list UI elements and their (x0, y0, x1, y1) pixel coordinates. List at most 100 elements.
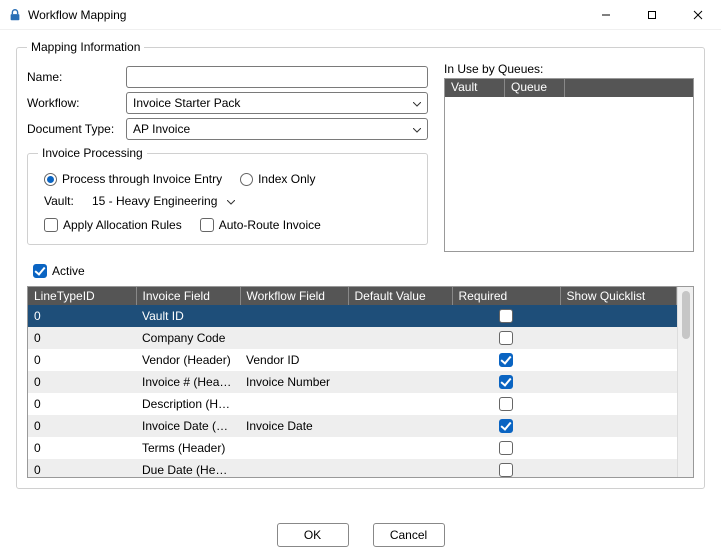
table-cell[interactable] (348, 371, 452, 393)
dialog-footer: OK Cancel (0, 511, 721, 559)
table-cell[interactable] (348, 415, 452, 437)
quicklist-cell[interactable] (560, 305, 677, 327)
table-cell[interactable]: Terms (Header) (136, 437, 240, 459)
checkbox-unchecked-icon (200, 218, 214, 232)
mapping-information-group: Mapping Information Name: Workflow: Invo… (16, 40, 705, 489)
required-checkbox[interactable] (499, 331, 513, 345)
quicklist-cell[interactable] (560, 437, 677, 459)
table-cell[interactable] (240, 437, 348, 459)
col-invoice-field[interactable]: Invoice Field (136, 287, 240, 305)
in-use-col-queue[interactable]: Queue (505, 79, 565, 97)
table-cell[interactable]: Invoice Date (240, 415, 348, 437)
table-cell[interactable]: 0 (28, 437, 136, 459)
table-cell[interactable] (348, 393, 452, 415)
quicklist-cell[interactable] (560, 371, 677, 393)
col-required[interactable]: Required (452, 287, 560, 305)
col-show-quicklist[interactable]: Show Quicklist (560, 287, 677, 305)
table-cell[interactable]: 0 (28, 349, 136, 371)
table-cell[interactable]: Invoice # (Header) (136, 371, 240, 393)
table-cell[interactable]: 0 (28, 327, 136, 349)
index-only-radio[interactable]: Index Only (240, 172, 315, 186)
required-cell[interactable] (452, 305, 560, 327)
apply-allocation-label: Apply Allocation Rules (63, 218, 182, 232)
table-cell[interactable] (348, 305, 452, 327)
workflow-select-value: Invoice Starter Pack (133, 96, 240, 110)
maximize-button[interactable] (629, 0, 675, 30)
app-lock-icon (8, 8, 22, 22)
required-checkbox[interactable] (499, 375, 513, 389)
quicklist-cell[interactable] (560, 327, 677, 349)
workflow-select[interactable]: Invoice Starter Pack (126, 92, 428, 114)
quicklist-cell[interactable] (560, 393, 677, 415)
required-cell[interactable] (452, 393, 560, 415)
table-cell[interactable] (240, 393, 348, 415)
required-checkbox[interactable] (499, 441, 513, 455)
table-row[interactable]: 0Invoice # (Header)Invoice Number (28, 371, 677, 393)
table-cell[interactable] (240, 459, 348, 477)
mapping-grid[interactable]: LineTypeID Invoice Field Workflow Field … (27, 286, 694, 478)
quicklist-cell[interactable] (560, 459, 677, 477)
table-cell[interactable] (348, 437, 452, 459)
name-input[interactable] (126, 66, 428, 88)
table-cell[interactable] (348, 349, 452, 371)
ok-button[interactable]: OK (277, 523, 349, 547)
vault-select[interactable]: 15 - Heavy Engineering (92, 194, 352, 208)
radio-checked-icon (44, 173, 57, 186)
in-use-col-vault[interactable]: Vault (445, 79, 505, 97)
table-cell[interactable]: Vault ID (136, 305, 240, 327)
required-cell[interactable] (452, 459, 560, 477)
table-cell[interactable]: Invoice Number (240, 371, 348, 393)
required-cell[interactable] (452, 437, 560, 459)
document-type-select[interactable]: AP Invoice (126, 118, 428, 140)
table-cell[interactable]: Due Date (Header) (136, 459, 240, 477)
table-cell[interactable] (348, 327, 452, 349)
table-cell[interactable]: Invoice Date (He... (136, 415, 240, 437)
table-row[interactable]: 0Invoice Date (He...Invoice Date (28, 415, 677, 437)
table-cell[interactable]: 0 (28, 305, 136, 327)
table-cell[interactable]: Company Code (136, 327, 240, 349)
invoice-processing-group: Invoice Processing Process through Invoi… (27, 146, 428, 245)
table-row[interactable]: 0Company Code (28, 327, 677, 349)
table-cell[interactable]: Description (Hea... (136, 393, 240, 415)
table-row[interactable]: 0Vault ID (28, 305, 677, 327)
table-row[interactable]: 0Terms (Header) (28, 437, 677, 459)
auto-route-checkbox[interactable]: Auto-Route Invoice (200, 218, 321, 232)
close-button[interactable] (675, 0, 721, 30)
table-row[interactable]: 0Vendor (Header)Vendor ID (28, 349, 677, 371)
name-input-field[interactable] (133, 67, 421, 87)
chevron-down-icon (413, 96, 421, 110)
table-cell[interactable] (240, 327, 348, 349)
table-cell[interactable]: 0 (28, 371, 136, 393)
cancel-button[interactable]: Cancel (373, 523, 445, 547)
required-checkbox[interactable] (499, 419, 513, 433)
process-entry-radio[interactable]: Process through Invoice Entry (44, 172, 222, 186)
col-linetype[interactable]: LineTypeID (28, 287, 136, 305)
table-cell[interactable]: 0 (28, 393, 136, 415)
required-cell[interactable] (452, 371, 560, 393)
table-cell[interactable] (348, 459, 452, 477)
required-cell[interactable] (452, 327, 560, 349)
required-cell[interactable] (452, 349, 560, 371)
required-checkbox[interactable] (499, 309, 513, 323)
table-row[interactable]: 0Description (Hea... (28, 393, 677, 415)
table-cell[interactable] (240, 305, 348, 327)
table-cell[interactable]: Vendor ID (240, 349, 348, 371)
required-cell[interactable] (452, 415, 560, 437)
table-row[interactable]: 0Due Date (Header) (28, 459, 677, 477)
minimize-button[interactable] (583, 0, 629, 30)
required-checkbox[interactable] (499, 397, 513, 411)
active-checkbox[interactable]: Active (33, 264, 85, 278)
table-cell[interactable]: 0 (28, 415, 136, 437)
grid-scrollbar[interactable] (677, 287, 693, 477)
col-default-value[interactable]: Default Value (348, 287, 452, 305)
required-checkbox[interactable] (499, 353, 513, 367)
table-cell[interactable]: Vendor (Header) (136, 349, 240, 371)
scrollbar-thumb[interactable] (682, 291, 690, 339)
col-workflow-field[interactable]: Workflow Field (240, 287, 348, 305)
apply-allocation-checkbox[interactable]: Apply Allocation Rules (44, 218, 182, 232)
in-use-queues-list[interactable]: Vault Queue (444, 78, 694, 252)
quicklist-cell[interactable] (560, 349, 677, 371)
required-checkbox[interactable] (499, 463, 513, 477)
quicklist-cell[interactable] (560, 415, 677, 437)
table-cell[interactable]: 0 (28, 459, 136, 477)
